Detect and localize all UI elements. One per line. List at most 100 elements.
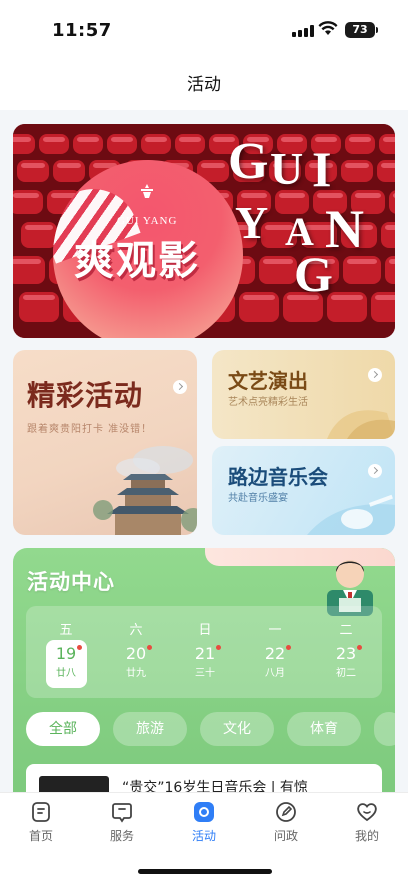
wifi-icon	[318, 21, 338, 35]
roadside-concert-card[interactable]: 路边音乐会 共赴音乐盛宴	[212, 446, 395, 535]
performance-subtitle: 艺术点亮精彩生活	[228, 397, 308, 408]
chevron-right-icon	[368, 464, 382, 478]
seat-highlight	[13, 137, 31, 142]
category-chip[interactable]: 全部	[26, 712, 100, 746]
event-dot-icon	[147, 645, 153, 650]
weekday-label: 日	[198, 623, 212, 638]
gui-yang-logo-icon	[141, 184, 153, 198]
banner-letter-g2: G	[294, 246, 333, 302]
nav-bar: 活动	[0, 56, 408, 110]
seat-highlight	[179, 137, 201, 142]
event-dot-icon	[216, 645, 222, 650]
date-item[interactable]: 五 19 廿八	[44, 606, 88, 688]
performance-card[interactable]: 文艺演出 艺术点亮精彩生活	[212, 350, 395, 439]
seat-highlight	[385, 225, 395, 230]
category-chips: 全部 旅游 文化 体育	[26, 712, 395, 752]
dancer-illustration	[327, 410, 395, 439]
seat-highlight	[111, 137, 133, 142]
concert-subtitle: 共赴音乐盛宴	[228, 493, 288, 504]
date-item[interactable]: 一 22 八月	[253, 606, 297, 679]
battery-indicator: 73	[345, 22, 378, 38]
tab-label: 服务	[109, 829, 134, 843]
chevron-right-icon	[173, 380, 187, 394]
status-time: 11:57	[52, 20, 112, 41]
banner-letter-u: U	[270, 143, 304, 194]
featured-subtitle: 跟着爽贵阳打卡 准没错！	[27, 424, 153, 435]
seat-highlight	[23, 295, 55, 300]
page-title: 活动	[187, 75, 221, 95]
weekday-label: 五	[59, 623, 73, 638]
tab-label: 问政	[273, 829, 298, 843]
lunar-date-label: 廿九	[126, 668, 146, 679]
seat-highlight	[375, 295, 395, 300]
date-number-text: 19	[55, 644, 77, 663]
seat-highlight	[145, 137, 167, 142]
banner-title: 爽观影	[74, 238, 200, 284]
status-bar: 11:57 73	[0, 0, 408, 56]
seat-highlight	[25, 225, 53, 230]
tab-service[interactable]: 服务	[92, 801, 152, 844]
activity-center: 活动中心 五 19 廿八六 20 廿九日 21 三十一 22 八月二 23 初二 全部 旅游 文化 体育 …	[13, 548, 395, 808]
seat-highlight	[345, 163, 369, 168]
seat-highlight	[383, 137, 395, 142]
date-number-text: 22	[264, 644, 286, 663]
seat-highlight	[349, 137, 371, 142]
category-chip-partial[interactable]	[374, 712, 395, 746]
tab-label: 活动	[191, 829, 216, 843]
seat-highlight	[13, 259, 41, 264]
date-number: 23	[335, 644, 363, 663]
weekday-label: 一	[268, 623, 282, 638]
date-item[interactable]: 二 23 初二	[324, 606, 368, 679]
cellular-signal-icon	[292, 25, 314, 37]
featured-activities-card[interactable]: 精彩活动 跟着爽贵阳打卡 准没错！	[13, 350, 197, 535]
lunar-date-label: 初二	[336, 668, 356, 679]
performance-title: 文艺演出	[228, 369, 308, 393]
date-number: 21	[194, 644, 222, 663]
banner-letter-g: G	[228, 133, 269, 190]
seat-highlight	[331, 295, 363, 300]
pagoda-illustration	[93, 446, 197, 535]
heart-profile-icon	[357, 803, 377, 822]
guitar-illustration	[307, 494, 395, 535]
date-item[interactable]: 六 20 廿九	[114, 606, 158, 679]
date-strip: 五 19 廿八 六 20 廿九 日 21 三十 一 22 八月 二 23 初二	[26, 606, 382, 698]
seat-highlight	[381, 163, 395, 168]
tab-profile[interactable]: 我的	[337, 801, 397, 844]
lunar-date-label: 三十	[195, 668, 215, 679]
category-chip[interactable]: 体育	[287, 712, 361, 746]
category-chip[interactable]: 文化	[200, 712, 274, 746]
date-number: 22	[264, 644, 292, 663]
lunar-date-label: 八月	[265, 668, 285, 679]
date-number-text: 20	[125, 644, 147, 663]
pen-icon	[276, 802, 296, 822]
chevron-right-icon	[368, 368, 382, 382]
seat-highlight	[21, 163, 45, 168]
tab-label: 我的	[354, 829, 379, 843]
home-doc-icon	[32, 802, 50, 822]
activity-icon	[194, 802, 214, 822]
seat-highlight	[13, 193, 39, 198]
tab-inquiry[interactable]: 问政	[256, 801, 316, 844]
activity-center-title: 活动中心	[27, 570, 115, 594]
seat-highlight	[389, 259, 395, 264]
featured-title: 精彩活动	[27, 379, 144, 412]
banner-letter-i: I	[312, 141, 332, 197]
lunar-date-label: 廿八	[56, 668, 76, 679]
date-number: 20	[125, 644, 153, 663]
tab-home[interactable]: 首页	[11, 801, 71, 844]
seat-highlight	[243, 295, 275, 300]
tab-label: 首页	[28, 829, 53, 843]
banner-letter-y: Y	[235, 197, 269, 248]
date-number-text: 23	[335, 644, 357, 663]
event-dot-icon	[357, 645, 363, 650]
screen: 11:57 73 活动 GUI YANG 爽观影 G U I Y A N G 精…	[0, 0, 408, 883]
date-number-text: 21	[194, 644, 216, 663]
tab-activity[interactable]: 活动	[174, 801, 234, 844]
category-chip[interactable]: 旅游	[113, 712, 187, 746]
weekday-label: 六	[129, 623, 143, 638]
banner-subtitle: GUI YANG	[117, 215, 178, 227]
date-item[interactable]: 日 21 三十	[183, 606, 227, 679]
weekday-label: 二	[339, 623, 353, 638]
event-dot-icon	[286, 645, 292, 650]
seat-highlight	[77, 137, 99, 142]
